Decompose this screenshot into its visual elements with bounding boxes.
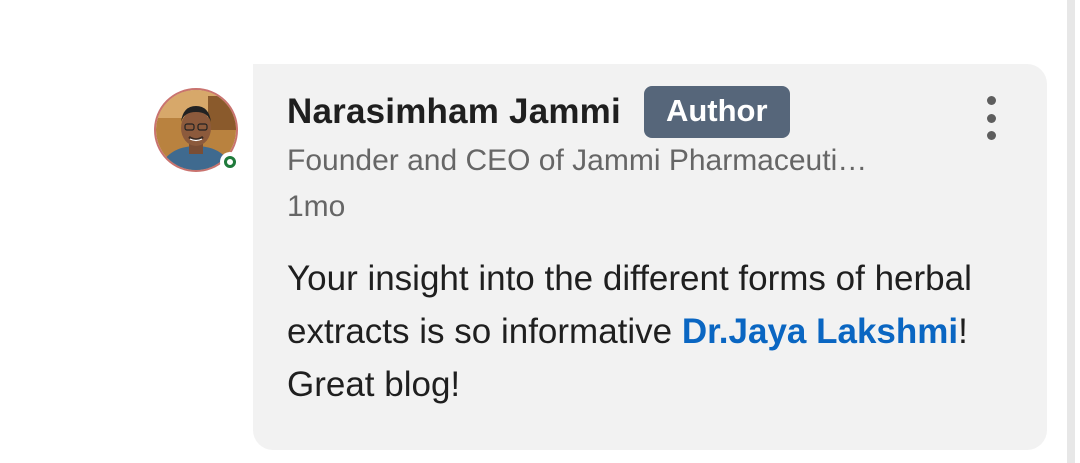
more-dot: [986, 96, 996, 105]
more-dot: [986, 113, 996, 123]
mention-link[interactable]: Dr.Jaya Lakshmi: [682, 312, 958, 351]
author-name[interactable]: Narasimham Jammi: [287, 92, 621, 132]
comment-page: Narasimham Jammi Author Founder and CEO …: [0, 0, 1080, 463]
scrollbar[interactable]: [1067, 0, 1075, 463]
more-dot: [986, 131, 996, 140]
more-options-icon[interactable]: [975, 96, 1007, 140]
online-status-icon: [220, 152, 240, 172]
author-row: Narasimham Jammi Author: [287, 86, 790, 138]
author-badge: Author: [643, 86, 790, 138]
comment-text: Your insight into the different forms of…: [287, 252, 1007, 411]
comment-bubble: Narasimham Jammi Author Founder and CEO …: [253, 64, 1047, 450]
comment-timestamp: 1mo: [287, 190, 346, 223]
author-avatar[interactable]: [154, 88, 242, 176]
online-status-dot: [224, 156, 236, 168]
author-headline: Founder and CEO of Jammi Pharmaceuti…: [287, 144, 868, 177]
